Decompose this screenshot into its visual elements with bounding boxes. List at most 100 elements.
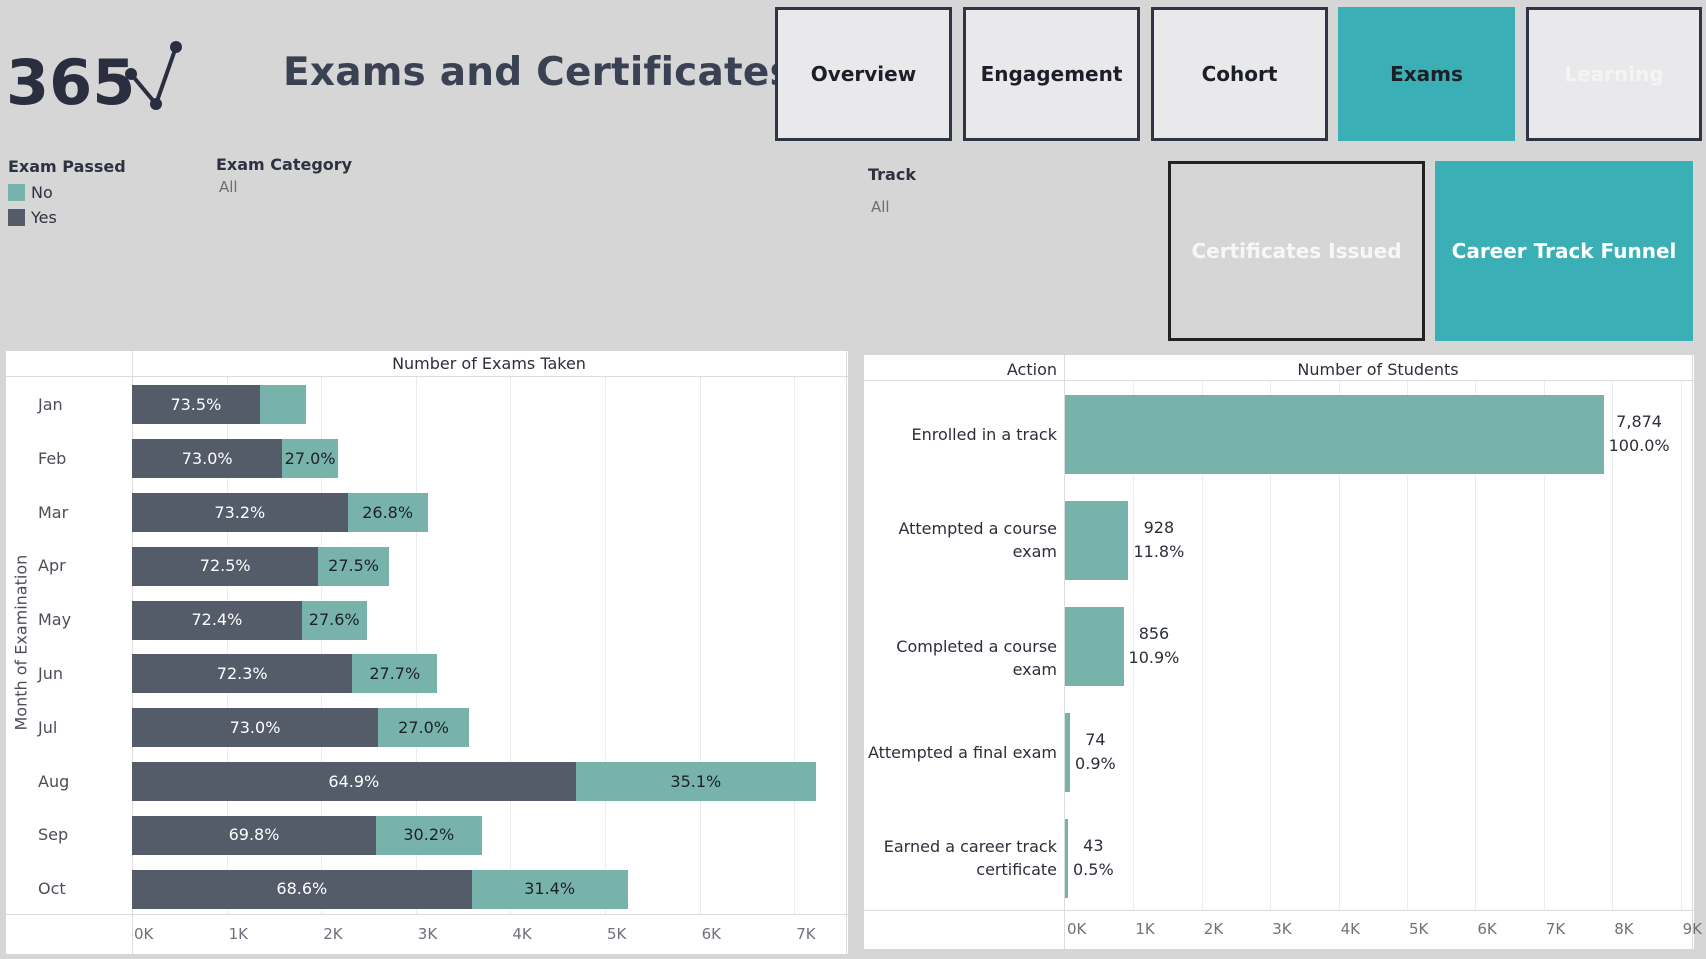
action-label-line: exam xyxy=(1012,542,1057,561)
action-label: Attempted a final exam xyxy=(864,741,1057,764)
month-label: Jun xyxy=(38,663,63,683)
legend-swatch-yes xyxy=(8,209,25,226)
month-label: Feb xyxy=(38,448,67,468)
x-axis-divider xyxy=(6,914,848,915)
gridline xyxy=(605,377,606,914)
x-tick-label: 3K xyxy=(1272,920,1292,938)
bar-label-no: 27.7% xyxy=(369,663,421,683)
chart-title: Number of Exams Taken xyxy=(392,354,586,373)
month-label: Aug xyxy=(38,771,70,791)
bar-label-yes: 72.5% xyxy=(199,556,251,576)
right-edge xyxy=(846,351,847,954)
funnel-value: 856 10.9% xyxy=(1129,622,1180,670)
x-tick-label: 2K xyxy=(1203,920,1224,938)
action-label: Completed a course exam xyxy=(864,635,1057,681)
gridline xyxy=(699,377,701,914)
legend-label: No xyxy=(31,183,53,202)
x-tick-label: 3K xyxy=(417,925,438,943)
bar-label-yes: 73.0% xyxy=(229,717,281,737)
tab-label: Learning xyxy=(1564,62,1664,86)
bar-no xyxy=(259,385,306,425)
gridline xyxy=(510,377,512,914)
gridline xyxy=(1680,381,1682,910)
logo-text: 365 xyxy=(6,46,135,114)
legend-item-yes[interactable]: Yes xyxy=(8,205,126,230)
student-percent: 10.9% xyxy=(1128,648,1180,667)
bar-label-yes: 73.2% xyxy=(214,502,266,522)
month-label: Sep xyxy=(38,825,69,845)
x-tick-label: 0K xyxy=(134,925,154,943)
action-label: Enrolled in a track xyxy=(864,423,1057,446)
action-label-line: Attempted a final exam xyxy=(867,742,1057,762)
x-tick-label: 6K xyxy=(701,925,721,943)
month-label: Jul xyxy=(38,717,58,737)
bar-label-yes: 72.3% xyxy=(216,663,268,683)
funnel-value: 74 0.9% xyxy=(1075,728,1116,776)
x-axis-divider xyxy=(864,910,1694,911)
y-axis-label: Month of Examination xyxy=(11,554,31,731)
gridline xyxy=(1612,381,1614,910)
brand-logo: 365 xyxy=(6,38,196,114)
funnel-value: 928 11.8% xyxy=(1133,516,1184,564)
action-label-line: Enrolled in a track xyxy=(911,424,1057,444)
x-tick-label: 8K xyxy=(1614,920,1634,938)
tab-engagement[interactable]: Engagement xyxy=(963,7,1140,141)
x-tick-label: 6K xyxy=(1477,920,1497,938)
legend-item-no[interactable]: No xyxy=(8,180,126,205)
tab-label: Overview xyxy=(810,62,917,86)
bar-label-no: 31.4% xyxy=(524,879,576,899)
student-count: 43 xyxy=(1083,836,1104,855)
x-tick-label: 7K xyxy=(1545,920,1566,938)
certificates-issued-button[interactable]: Certificates Issued xyxy=(1168,161,1425,341)
x-tick-label: 5K xyxy=(1409,920,1429,938)
student-count: 856 xyxy=(1138,624,1170,643)
page-title: Exams and Certificates xyxy=(283,50,793,95)
x-tick-label: 2K xyxy=(323,925,343,943)
tab-exams[interactable]: Exams xyxy=(1338,7,1515,141)
funnel-bar xyxy=(1065,712,1071,792)
month-label: Apr xyxy=(38,556,66,576)
tab-cohort[interactable]: Cohort xyxy=(1151,7,1328,141)
funnel-value: 7,874 100.0% xyxy=(1609,410,1670,458)
tab-label: Exams xyxy=(1390,62,1463,86)
bar-label-yes: 69.8% xyxy=(228,825,280,845)
x-tick-label: 5K xyxy=(607,925,627,943)
month-label: Jan xyxy=(38,394,63,414)
x-tick-label: 1K xyxy=(228,925,248,943)
funnel-bar xyxy=(1065,500,1129,580)
funnel-bar xyxy=(1065,606,1124,686)
filter-title: Exam Category xyxy=(216,155,353,174)
bar-label-yes: 64.9% xyxy=(328,771,380,791)
bar-label-no: 27.0% xyxy=(398,717,449,737)
career-track-funnel-chart: Action Number of Students 0K 1K 2K 3K 4K 5K 6K 7K… xyxy=(864,355,1702,949)
button-label: Career Track Funnel xyxy=(1451,239,1677,263)
tab-label: Cohort xyxy=(1201,62,1278,86)
action-label: Earned a career track certificate xyxy=(864,835,1057,881)
track-value[interactable]: All xyxy=(871,198,916,216)
student-percent: 0.5% xyxy=(1073,860,1114,879)
tab-learning[interactable]: Learning xyxy=(1526,7,1702,141)
x-tick-label: 7K xyxy=(796,925,816,943)
x-tick-label: 9K xyxy=(1682,920,1702,938)
bar-label-no: 26.8% xyxy=(362,502,414,522)
bar-label-no: 30.2% xyxy=(403,825,455,845)
action-label: Attempted a course exam xyxy=(864,517,1057,563)
bar-label-yes: 73.5% xyxy=(170,394,222,414)
track-filter: Track All xyxy=(868,165,916,216)
exam-category-value[interactable]: All xyxy=(219,178,352,196)
bar-label-no: 35.1% xyxy=(670,771,722,791)
tab-overview[interactable]: Overview xyxy=(775,7,952,141)
tab-label: Engagement xyxy=(980,62,1123,86)
x-tick-label: 4K xyxy=(512,925,532,943)
student-count: 928 xyxy=(1143,518,1175,537)
month-label: Oct xyxy=(38,879,66,899)
action-label-line: Attempted a course xyxy=(898,519,1057,538)
bar-label-no: 27.5% xyxy=(328,556,379,576)
filter-title: Track xyxy=(868,165,916,184)
career-track-funnel-button[interactable]: Career Track Funnel xyxy=(1435,161,1693,341)
x-tick-label: 0K xyxy=(1067,920,1087,938)
funnel-value: 43 0.5% xyxy=(1073,834,1114,882)
button-label: Certificates Issued xyxy=(1191,239,1402,263)
chart-title: Number of Students xyxy=(1297,360,1459,379)
funnel-bar xyxy=(1065,818,1068,898)
